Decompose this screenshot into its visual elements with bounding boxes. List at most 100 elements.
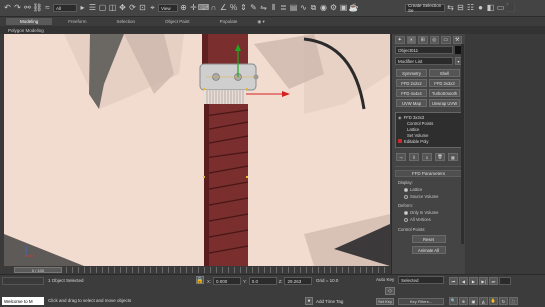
key-filters-button[interactable]: Key Filters...	[398, 298, 444, 305]
redo-icon[interactable]: ↷	[13, 4, 22, 13]
source-volume-option[interactable]: Source Volume	[398, 194, 459, 199]
key-filter-dropdown[interactable]: Selected	[398, 276, 444, 284]
orbit-icon[interactable]: ↻	[499, 297, 508, 305]
ribbon-options-icon[interactable]: ◉ ▾	[253, 18, 268, 25]
lattice-option[interactable]: Lattice	[398, 187, 459, 192]
y-coordinate-field[interactable]: 0.0	[248, 277, 277, 285]
motion-tab-icon[interactable]: ◎	[429, 36, 439, 44]
go-to-start-icon[interactable]: ⏮	[449, 277, 458, 285]
modify-tab-icon[interactable]: ◗	[406, 36, 416, 44]
modifier-list-dropdown[interactable]: Modifier List	[395, 57, 453, 65]
reference-coordinate-dropdown[interactable]: View	[158, 4, 178, 12]
time-tag-icon[interactable]: ●	[305, 297, 313, 305]
only-in-volume-option[interactable]: Only In Volume	[398, 210, 459, 215]
pan-icon[interactable]: ✋	[489, 297, 498, 305]
render-settings-icon[interactable]: ◧	[486, 4, 495, 13]
tab-populate[interactable]: Populate	[206, 18, 252, 25]
set-key-button[interactable]: Set Key	[376, 298, 394, 305]
all-vertices-option[interactable]: All Vertices	[398, 217, 459, 222]
graphite-icon[interactable]: ▤	[289, 4, 298, 13]
next-frame-icon[interactable]: ▶|	[479, 277, 488, 285]
symmetry-button[interactable]: Symmetry	[396, 69, 427, 77]
percent-snap-icon[interactable]: %	[229, 4, 238, 13]
move-icon[interactable]: ✥	[118, 4, 127, 13]
render-production-icon[interactable]: ⬛	[506, 4, 516, 13]
scene-explorer-icon[interactable]: ☷	[466, 4, 475, 13]
animate-all-button[interactable]: Animate All	[411, 246, 446, 254]
maxscript-listener-field[interactable]: Welcome to M	[2, 297, 44, 305]
angle-snap-icon[interactable]: ∠	[219, 4, 228, 13]
only-in-volume-radio[interactable]	[404, 210, 408, 215]
current-frame-field[interactable]	[499, 277, 511, 285]
go-to-end-icon[interactable]: ⏭	[489, 277, 498, 285]
edit-named-selection-icon[interactable]: ✎	[249, 4, 258, 13]
bind-space-warp-icon[interactable]: ≈	[43, 4, 52, 13]
rectangular-selection-icon[interactable]: ▢	[98, 4, 107, 13]
selection-filter-dropdown[interactable]: All	[53, 4, 77, 12]
named-selection-sets-dropdown[interactable]: Create Selection Se	[405, 3, 445, 13]
ffd-3x3x3-button[interactable]: FFD 3x3x3	[429, 79, 460, 87]
display-tab-icon[interactable]: ▭	[441, 36, 451, 44]
timeline-ticks[interactable]	[66, 267, 386, 273]
window-crossing-icon[interactable]: ◫	[108, 4, 117, 13]
add-time-tag[interactable]: Add Time Tag	[316, 299, 343, 304]
show-end-result-icon[interactable]: ‖	[409, 153, 419, 161]
command-panel-scrollbar[interactable]	[461, 44, 464, 244]
zoom-icon[interactable]: 🔍	[449, 297, 458, 305]
scale-icon[interactable]: ⊡	[138, 4, 147, 13]
link-icon[interactable]: ⚯	[23, 4, 32, 13]
render-frame-icon[interactable]: ▣	[339, 4, 348, 13]
pivot-icon[interactable]: ⊕	[179, 4, 188, 13]
make-unique-icon[interactable]: ⅄	[422, 153, 432, 161]
spinner-snap-icon[interactable]: ⇕	[239, 4, 248, 13]
pin-stack-icon[interactable]: ⊸	[396, 153, 406, 161]
object-name-field[interactable]: Object011	[395, 46, 453, 54]
modifier-stack[interactable]: ◉ FFD 3x3x3 Control Points Lattice Set Vo…	[395, 112, 462, 148]
tab-selection[interactable]: Selection	[103, 18, 150, 25]
hierarchy-tab-icon[interactable]: ⊞	[418, 36, 428, 44]
ffd-2x2x2-button[interactable]: FFD 2x2x2	[396, 79, 427, 87]
undo-icon[interactable]: ↶	[3, 4, 12, 13]
mirror-tool-icon[interactable]: ⇆	[446, 4, 455, 13]
render-frame-window-icon[interactable]: ▭	[496, 4, 505, 13]
tab-freeform[interactable]: Freeform	[54, 18, 100, 25]
lattice-checkbox[interactable]	[404, 187, 408, 192]
snaps-toggle-icon[interactable]: ∩	[209, 4, 218, 13]
render-setup-icon[interactable]: ⚙	[329, 4, 338, 13]
field-of-view-icon[interactable]: ◭	[479, 297, 488, 305]
ffd-4x4x4-button[interactable]: FFD 4x4x4	[396, 89, 427, 97]
x-coordinate-field[interactable]: 0.000	[212, 277, 241, 285]
align-tool-icon[interactable]: ⊟	[456, 4, 465, 13]
time-slider-handle[interactable]: 0 / 100	[14, 267, 62, 273]
material-icon[interactable]: ●	[476, 4, 485, 13]
place-icon[interactable]: ⌖	[148, 4, 157, 13]
create-tab-icon[interactable]: ✦	[395, 36, 405, 44]
schematic-view-icon[interactable]: ⧉	[309, 4, 318, 13]
all-vertices-radio[interactable]	[404, 217, 408, 222]
unlink-icon[interactable]: ⛓	[32, 4, 42, 13]
select-manipulate-icon[interactable]: ✛	[189, 4, 198, 13]
layer-icon[interactable]: ≣	[279, 4, 288, 13]
select-object-icon[interactable]: ▸	[78, 4, 87, 13]
utilities-tab-icon[interactable]: ⚒	[452, 36, 462, 44]
shell-button[interactable]: Shell	[429, 69, 460, 77]
remove-modifier-icon[interactable]: 🗑	[435, 153, 445, 161]
select-by-name-icon[interactable]: ☰	[88, 4, 97, 13]
maximize-viewport-icon[interactable]: ⛶	[509, 297, 518, 305]
zoom-extents-icon[interactable]: ▣	[469, 297, 478, 305]
perspective-viewport[interactable]	[4, 34, 390, 266]
play-icon[interactable]: ▶	[469, 277, 478, 285]
uvw-map-button[interactable]: UVW Map	[396, 99, 427, 107]
turbosmooth-button[interactable]: TurboSmooth	[429, 89, 460, 97]
stack-item-editable-poly[interactable]: Editable Poly	[398, 138, 459, 144]
material-editor-icon[interactable]: ◉	[319, 4, 328, 13]
configure-modifier-sets-icon[interactable]: ▦	[448, 153, 458, 161]
curve-editor-icon[interactable]: ∿	[299, 4, 308, 13]
lock-selection-icon[interactable]: 🔒	[196, 276, 204, 284]
unwrap-uvw-button[interactable]: Unwrap UVW	[429, 99, 460, 107]
rotate-icon[interactable]: ⟳	[128, 4, 137, 13]
source-volume-checkbox[interactable]	[404, 194, 408, 199]
reset-button[interactable]: Reset	[411, 235, 446, 243]
previous-frame-icon[interactable]: ◀	[459, 277, 468, 285]
mirror-icon[interactable]: ⇋	[259, 4, 268, 13]
